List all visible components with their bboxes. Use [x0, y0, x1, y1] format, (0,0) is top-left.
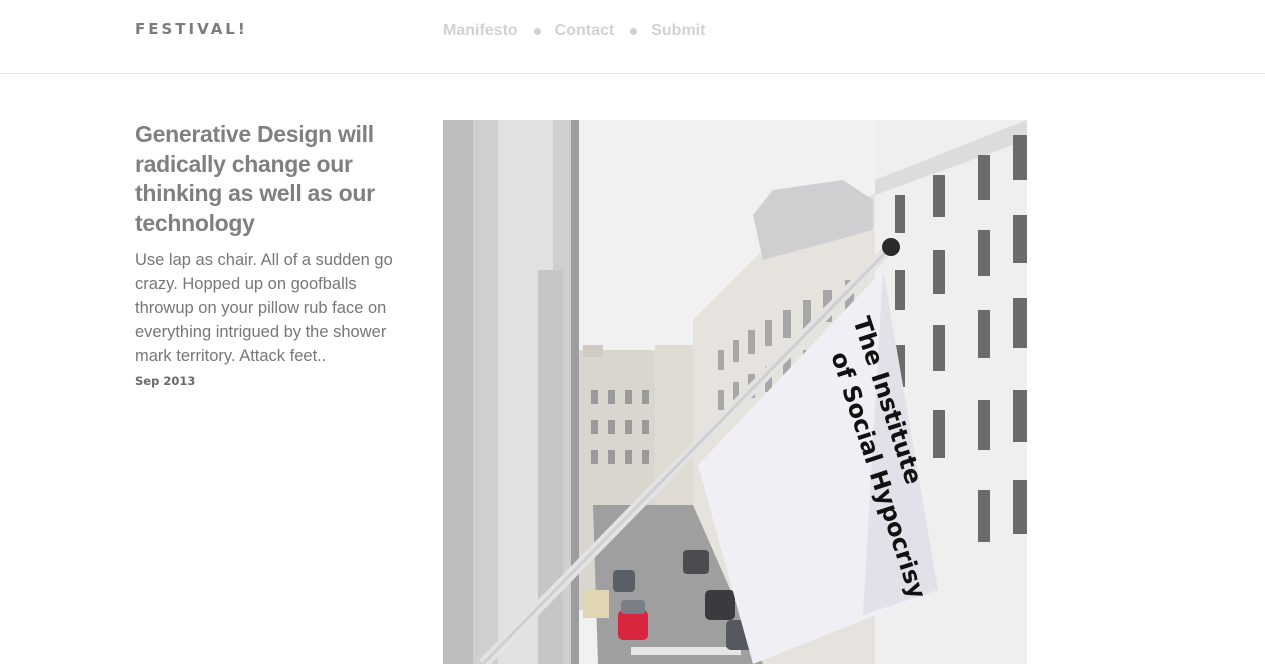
post-summary: Generative Design will radically change … [135, 120, 395, 388]
nav-separator-dot [533, 27, 541, 35]
site-logo[interactable]: FESTIVAL! [135, 20, 248, 38]
nav-link-contact[interactable]: Contact [555, 21, 615, 41]
main-nav: Manifesto Contact Submit [443, 21, 705, 41]
site-header: FESTIVAL! Manifesto Contact Submit [0, 0, 1265, 74]
nav-link-manifesto[interactable]: Manifesto [443, 21, 518, 41]
post-photo[interactable]: The Institute of Social Hypocrisy [443, 120, 1027, 664]
nav-separator-dot [630, 27, 638, 35]
post-date: Sep 2013 [135, 374, 196, 388]
nav-link-submit[interactable]: Submit [651, 21, 705, 41]
post-excerpt: Use lap as chair. All of a sudden go cra… [135, 251, 393, 365]
post-title[interactable]: Generative Design will radically change … [135, 120, 395, 238]
street-flag-image: The Institute of Social Hypocrisy [443, 120, 1027, 664]
